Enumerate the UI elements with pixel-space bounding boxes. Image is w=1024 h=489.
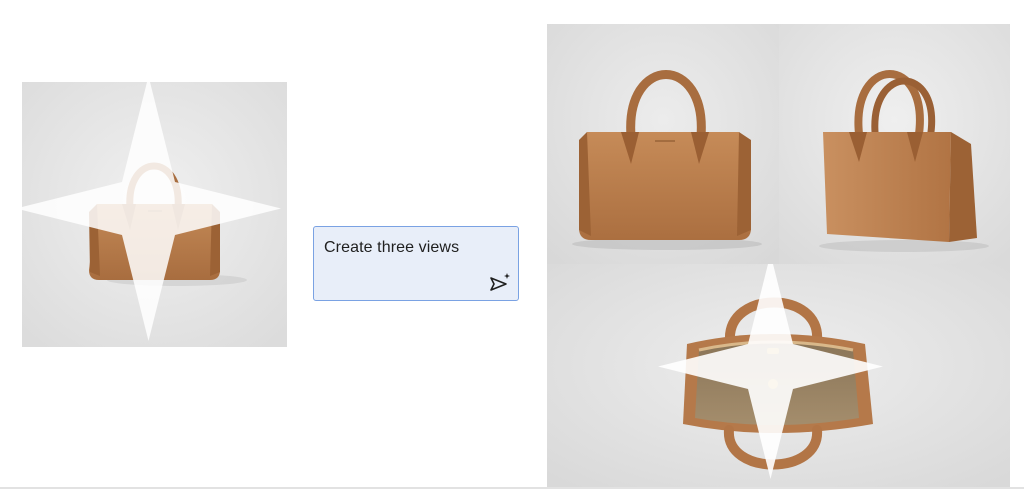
handbag-front-view	[547, 24, 779, 264]
prompt-box[interactable]: Create three views	[313, 226, 519, 301]
output-view-top-open	[547, 264, 1010, 489]
output-image-grid	[547, 24, 1010, 489]
sparkle-icon	[22, 82, 281, 341]
handbag-angle-view	[779, 24, 1010, 264]
input-image	[22, 82, 287, 347]
output-view-front	[547, 24, 779, 264]
output-view-three-quarter	[779, 24, 1010, 264]
sparkle-icon	[658, 264, 883, 479]
prompt-text: Create three views	[324, 239, 460, 256]
send-sparkle-icon[interactable]	[488, 270, 512, 294]
